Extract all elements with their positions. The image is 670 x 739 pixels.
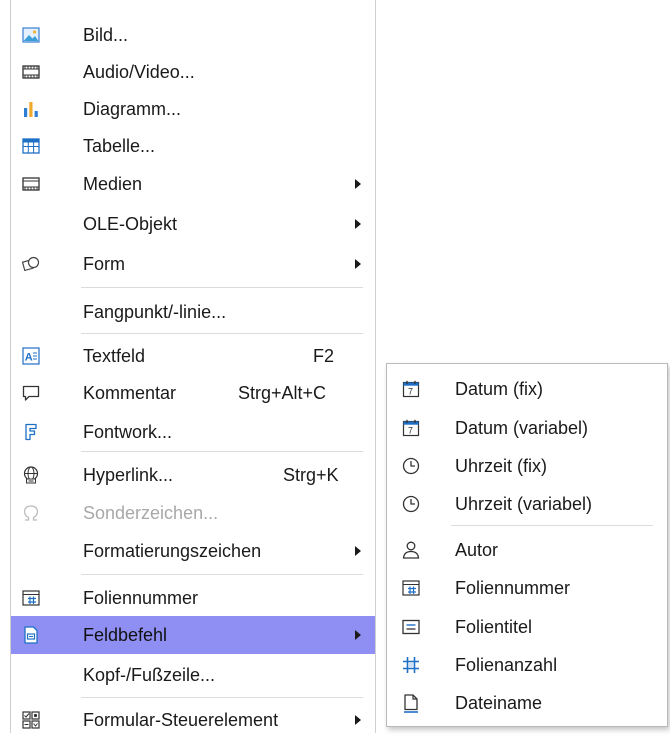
submenu-item-label: Autor [455, 540, 499, 560]
menu-item-form[interactable]: Form [11, 245, 375, 283]
shapes-icon [21, 254, 41, 274]
menu-item-shortcut: Strg+K [283, 465, 339, 485]
submenu-item-folienanzahl[interactable]: Folienanzahl [387, 646, 667, 684]
menu-item-label: Diagramm... [83, 99, 182, 119]
menu-item-foliennummer[interactable]: Foliennummer [11, 579, 375, 617]
field-icon [21, 625, 41, 645]
submenu-item-folientitel[interactable]: Folientitel [387, 608, 667, 646]
submenu-item-label: Datum (variabel) [455, 418, 589, 438]
comment-icon [21, 383, 41, 403]
slide-number-icon [401, 578, 421, 598]
submenu-arrow-icon [355, 219, 361, 229]
submenu-item-label: Datum (fix) [455, 379, 544, 399]
clock-icon [401, 494, 421, 514]
image-icon [21, 25, 41, 45]
menu-item-label: Formular-Steuerelement [83, 710, 279, 730]
menu-item-label: Audio/Video... [83, 62, 195, 82]
menu-item-ole-objekt[interactable]: OLE-Objekt [11, 205, 375, 243]
submenu-item-label: Folientitel [455, 617, 533, 637]
slide-count-icon [401, 655, 421, 675]
menu-separator [81, 697, 363, 698]
submenu-item-label: Uhrzeit (fix) [455, 456, 548, 476]
submenu-item-uhrzeit-fix[interactable]: Uhrzeit (fix) [387, 447, 667, 485]
submenu-item-datum-fix[interactable]: 7 Datum (fix) [387, 370, 667, 408]
svg-text:7: 7 [408, 387, 413, 397]
calendar-icon: 7 [401, 418, 421, 438]
media-icon [21, 174, 41, 194]
menu-item-feldbefehl[interactable]: Feldbefehl [11, 616, 375, 654]
form-control-icon [21, 710, 41, 730]
submenu-item-datum-variabel[interactable]: 7 Datum (variabel) [387, 409, 667, 447]
clock-icon [401, 456, 421, 476]
slide-number-icon [21, 588, 41, 608]
menu-item-label: Textfeld [83, 346, 146, 366]
menu-item-fontwork[interactable]: Fontwork... [11, 413, 375, 451]
menu-item-sonderzeichen[interactable]: Sonderzeichen... [11, 494, 375, 532]
submenu-item-dateiname[interactable]: Dateiname [387, 684, 667, 722]
menu-item-label: Fangpunkt/-linie... [83, 302, 227, 322]
menu-item-kopf-fusszeile[interactable]: Kopf-/Fußzeile... [11, 656, 375, 694]
menu-item-label: Tabelle... [83, 136, 156, 156]
insert-menu: Bild... Audio/Video... Diagramm... Tabel… [10, 0, 376, 733]
menu-separator [81, 333, 363, 334]
menu-item-label: Kommentar [83, 383, 177, 403]
menu-item-audio-video[interactable]: Audio/Video... [11, 53, 375, 91]
menu-item-fangpunkt[interactable]: Fangpunkt/-linie... [11, 293, 375, 331]
menu-item-tabelle[interactable]: Tabelle... [11, 127, 375, 165]
omega-icon [21, 503, 41, 523]
menu-item-label: Kopf-/Fußzeile... [83, 665, 216, 685]
menu-item-label: Foliennummer [83, 588, 199, 608]
submenu-arrow-icon [355, 715, 361, 725]
menu-item-textfeld[interactable]: A Textfeld F2 [11, 337, 375, 375]
menu-item-diagramm[interactable]: Diagramm... [11, 90, 375, 128]
menu-item-label: Bild... [83, 25, 129, 45]
svg-text:7: 7 [408, 426, 413, 436]
calendar-icon: 7 [401, 379, 421, 399]
table-icon [21, 136, 41, 156]
menu-item-label: Fontwork... [83, 422, 173, 442]
globe-link-icon [21, 465, 41, 485]
submenu-item-label: Uhrzeit (variabel) [455, 494, 593, 514]
menu-item-label: Formatierungszeichen [83, 541, 262, 561]
menu-item-formular-steuerelement[interactable]: Formular-Steuerelement [11, 701, 375, 739]
submenu-item-autor[interactable]: Autor [387, 531, 667, 569]
film-icon [21, 62, 41, 82]
menu-separator [81, 287, 363, 288]
field-submenu: 7 Datum (fix) 7 Datum (variabel) Uhrzeit… [386, 363, 668, 727]
menu-item-formatierungszeichen[interactable]: Formatierungszeichen [11, 532, 375, 570]
menu-item-hyperlink[interactable]: Hyperlink... Strg+K [11, 456, 375, 494]
submenu-item-foliennummer[interactable]: Foliennummer [387, 569, 667, 607]
slide-title-icon [401, 617, 421, 637]
svg-text:A: A [25, 352, 33, 364]
bar-chart-icon [21, 99, 41, 119]
submenu-separator [451, 525, 653, 526]
text-box-icon: A [21, 346, 41, 366]
menu-item-kommentar[interactable]: Kommentar Strg+Alt+C [11, 374, 375, 412]
submenu-arrow-icon [355, 259, 361, 269]
menu-item-shortcut: Strg+Alt+C [238, 383, 327, 403]
menu-item-label: Sonderzeichen... [83, 503, 219, 523]
menu-item-medien[interactable]: Medien [11, 165, 375, 203]
menu-item-bild[interactable]: Bild... [11, 16, 375, 54]
person-icon [401, 540, 421, 560]
submenu-arrow-icon [355, 630, 361, 640]
menu-separator [81, 451, 363, 452]
menu-item-label: Feldbefehl [83, 625, 168, 645]
fontwork-icon [21, 422, 41, 442]
document-icon [401, 693, 421, 713]
menu-item-label: OLE-Objekt [83, 214, 178, 234]
submenu-item-uhrzeit-variabel[interactable]: Uhrzeit (variabel) [387, 485, 667, 523]
menu-item-label: Form [83, 254, 125, 274]
menu-separator [81, 574, 363, 575]
submenu-arrow-icon [355, 179, 361, 189]
submenu-item-label: Foliennummer [455, 578, 571, 598]
submenu-arrow-icon [355, 546, 361, 556]
submenu-item-label: Folienanzahl [455, 655, 558, 675]
menu-item-label: Medien [83, 174, 143, 194]
submenu-item-label: Dateiname [455, 693, 543, 713]
menu-item-shortcut: F2 [313, 346, 335, 366]
menu-item-label: Hyperlink... [83, 465, 174, 485]
